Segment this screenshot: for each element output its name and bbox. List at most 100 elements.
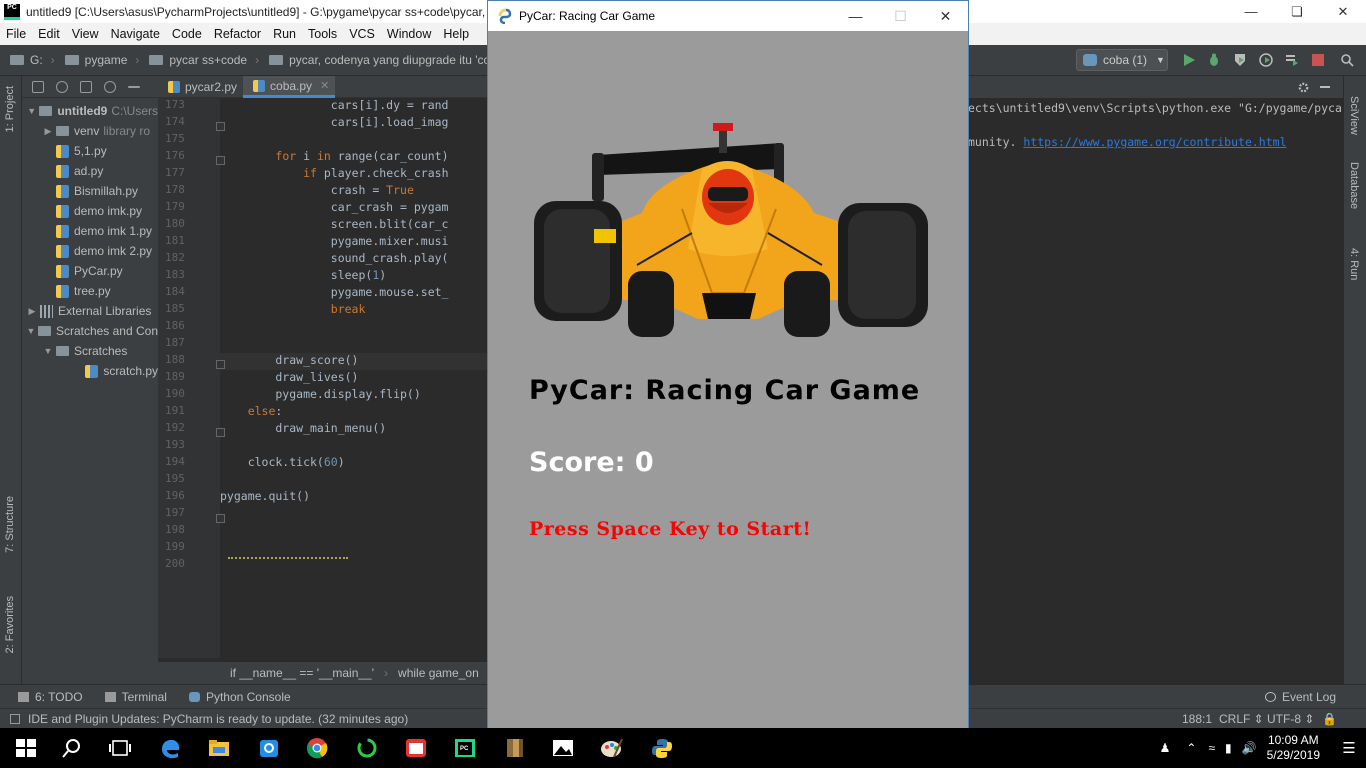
menu-refactor[interactable]: Refactor (208, 27, 267, 41)
coverage-icon[interactable] (1233, 53, 1247, 67)
lock-icon[interactable]: 🔒 (1322, 712, 1337, 726)
todo-tool-button[interactable]: 6: TODO (18, 690, 83, 704)
project-tree-item[interactable]: 5,1.py (22, 141, 158, 161)
archive-app-icon[interactable] (503, 737, 527, 759)
collapse-all-icon[interactable] (80, 80, 92, 93)
python-taskbar-icon[interactable] (650, 737, 674, 759)
structure-tool-tab[interactable]: 7: Structure (4, 496, 16, 553)
code-breadcrumb-main[interactable]: if __name__ == '__main__' (230, 666, 374, 680)
project-tree-item[interactable]: demo imk 2.py (22, 241, 158, 261)
fold-marker-icon[interactable] (216, 360, 225, 369)
breadcrumb-pycar-ss-code[interactable]: pycar ss+code › (139, 53, 259, 67)
project-tree-item[interactable]: ▼ Scratches (22, 341, 158, 361)
menu-view[interactable]: View (66, 27, 105, 41)
status-toggle-icon[interactable] (10, 713, 20, 724)
close-icon[interactable]: ✕ (1320, 0, 1366, 23)
tab-pycar2[interactable]: pycar2.py (158, 76, 243, 98)
status-message[interactable]: IDE and Plugin Updates: PyCharm is ready… (28, 712, 408, 726)
menu-run[interactable]: Run (267, 27, 302, 41)
project-tree-item[interactable]: demo imk 1.py (22, 221, 158, 241)
code-editor[interactable]: cars[i].dy = rand cars[i].load_imag for … (220, 98, 488, 658)
run-console[interactable]: ects\untitled9\venv\Scripts\python.exe "… (968, 76, 1343, 684)
pycharm-taskbar-icon[interactable]: PC (453, 737, 477, 759)
expanded-arrow-icon[interactable]: ▼ (42, 346, 54, 356)
project-tree-item[interactable]: ▶ venv library ro (22, 121, 158, 141)
menu-window[interactable]: Window (381, 27, 437, 41)
stop-icon[interactable] (1311, 53, 1325, 67)
edge-browser-icon[interactable] (158, 737, 182, 759)
menu-help[interactable]: Help (437, 27, 475, 41)
breadcrumb-pygame[interactable]: pygame › (55, 53, 139, 67)
file-explorer-icon[interactable] (207, 737, 231, 759)
menu-vcs[interactable]: VCS (343, 27, 381, 41)
wifi-icon[interactable]: ≈ (1208, 741, 1215, 755)
profile-icon[interactable] (1259, 53, 1273, 67)
breadcrumb-drive[interactable]: G: › (0, 53, 55, 67)
task-view-icon[interactable] (108, 737, 132, 759)
close-tab-icon[interactable]: ✕ (320, 79, 329, 92)
volume-icon[interactable]: 🔊 (1242, 741, 1257, 755)
menu-navigate[interactable]: Navigate (105, 27, 166, 41)
project-tree-item[interactable]: ▶ External Libraries (22, 301, 158, 321)
sync-app-icon[interactable] (355, 737, 379, 759)
run-configuration-select[interactable]: coba (1) ▼ (1076, 49, 1168, 71)
chrome-icon[interactable] (305, 737, 329, 759)
photos-icon[interactable] (551, 737, 575, 759)
search-everywhere-icon[interactable] (1340, 53, 1354, 67)
breadcrumb-pycar-folder[interactable]: pycar, codenya yang diupgrade itu 'coba' (259, 53, 506, 67)
favorites-tool-tab[interactable]: 2: Favorites (4, 596, 16, 653)
minimize-icon[interactable]: — (1228, 0, 1274, 23)
restore-icon[interactable]: ❏ (1274, 0, 1320, 23)
expanded-arrow-icon[interactable]: ▼ (26, 106, 37, 116)
project-tree-item[interactable]: ▼ untitled9 C:\Users (22, 101, 158, 121)
gear-icon[interactable] (104, 80, 116, 93)
tab-coba[interactable]: coba.py ✕ (243, 76, 336, 98)
minimize-icon[interactable]: — (833, 1, 878, 31)
expanded-arrow-icon[interactable]: ▼ (26, 326, 36, 336)
menu-tools[interactable]: Tools (302, 27, 343, 41)
fold-marker-icon[interactable] (216, 122, 225, 131)
run-tool-tab[interactable]: 4: Run (1348, 248, 1360, 280)
project-tree-item[interactable]: PyCar.py (22, 261, 158, 281)
project-tool-tab[interactable]: 1: Project (4, 86, 16, 132)
sciview-tool-tab[interactable]: SciView (1348, 96, 1360, 135)
run-icon[interactable] (1182, 53, 1196, 67)
search-icon[interactable] (60, 737, 84, 759)
event-log-button[interactable]: Event Log (1264, 690, 1336, 704)
python-console-tool-button[interactable]: Python Console (188, 690, 291, 704)
clock[interactable]: 10:09 AM 5/29/2019 (1267, 733, 1320, 763)
hide-panel-icon[interactable] (1320, 86, 1330, 88)
line-separator-select[interactable]: CRLF ⇕ (1219, 712, 1264, 726)
paint-icon[interactable] (600, 737, 624, 759)
project-tree-item[interactable]: demo imk.py (22, 201, 158, 221)
game-canvas[interactable]: PyCar: Racing Car Game Score: 0 Press Sp… (488, 31, 968, 728)
collapsed-arrow-icon[interactable]: ▶ (26, 306, 38, 317)
target-icon[interactable] (56, 80, 68, 93)
project-tree-item[interactable]: Bismillah.py (22, 181, 158, 201)
database-tool-tab[interactable]: Database (1348, 162, 1360, 209)
terminal-tool-button[interactable]: Terminal (104, 690, 167, 704)
battery-icon[interactable]: ▮ (1225, 741, 1232, 755)
pygame-contribute-link[interactable]: https://www.pygame.org/contribute.html (1023, 135, 1286, 149)
fold-marker-icon[interactable] (216, 514, 225, 523)
maximize-icon[interactable]: ☐ (878, 1, 923, 31)
project-view-icon[interactable] (32, 80, 44, 93)
chevron-up-icon[interactable]: ⌃ (1186, 741, 1196, 755)
people-icon[interactable]: ♟ (1160, 741, 1171, 755)
photo-editor-icon[interactable] (404, 737, 428, 759)
encoding-select[interactable]: UTF-8 ⇕ (1267, 712, 1314, 726)
windows-start-icon[interactable] (14, 737, 38, 759)
store-icon[interactable] (257, 737, 281, 759)
code-breadcrumb-while[interactable]: while game_on (398, 666, 479, 680)
fold-marker-icon[interactable] (216, 428, 225, 437)
menu-edit[interactable]: Edit (32, 27, 66, 41)
project-tree-item[interactable]: ad.py (22, 161, 158, 181)
project-tree-item[interactable]: scratch.py (22, 361, 158, 381)
collapsed-arrow-icon[interactable]: ▶ (42, 126, 54, 137)
project-tree-item[interactable]: tree.py (22, 281, 158, 301)
close-icon[interactable]: ✕ (923, 1, 968, 31)
caret-position[interactable]: 188:1 (1182, 712, 1212, 726)
project-tree-item[interactable]: ▼ Scratches and Con (22, 321, 159, 341)
fold-marker-icon[interactable] (216, 156, 225, 165)
hide-panel-icon[interactable] (128, 85, 140, 88)
